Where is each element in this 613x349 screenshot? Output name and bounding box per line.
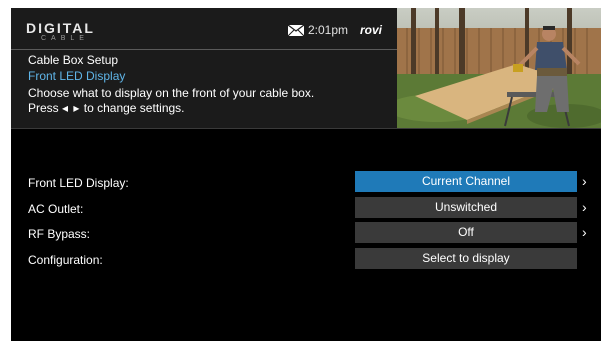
page-hint: Press ◂ ▸ to change settings. — [28, 101, 185, 115]
page-title: Cable Box Setup — [28, 53, 119, 67]
configuration-button[interactable]: Select to display — [355, 248, 577, 269]
hint-suffix: to change settings. — [83, 101, 185, 115]
tv-screen: DIGITAL CABLE 2:01pm rovi Cable Box Setu… — [11, 8, 601, 341]
clock-time: 2:01pm — [308, 23, 349, 37]
chevron-right-icon[interactable]: › — [582, 197, 587, 218]
page-subtitle: Front LED Display — [28, 69, 126, 83]
header-divider — [11, 49, 397, 50]
setting-label-configuration: Configuration: — [28, 253, 103, 267]
setting-label-rf-bypass: RF Bypass: — [28, 227, 91, 241]
logo: DIGITAL — [26, 20, 95, 36]
section-divider — [11, 128, 601, 129]
chevron-right-icon[interactable]: › — [582, 171, 587, 192]
video-preview-image — [397, 8, 601, 128]
rf-bypass-select[interactable]: Off — [355, 222, 577, 243]
page-description: Choose what to display on the front of y… — [28, 86, 315, 100]
logo-sub: CABLE — [41, 35, 89, 42]
ac-outlet-select[interactable]: Unswitched — [355, 197, 577, 218]
left-right-arrows-icon: ◂ ▸ — [62, 101, 81, 115]
chevron-right-icon[interactable]: › — [582, 222, 587, 243]
setting-label-ac-outlet: AC Outlet: — [28, 202, 84, 216]
envelope-icon[interactable] — [288, 25, 304, 36]
setting-label-front-led: Front LED Display: — [28, 176, 129, 190]
brand-logo: rovi — [360, 23, 383, 37]
hint-prefix: Press — [28, 101, 59, 115]
video-preview — [397, 8, 601, 128]
header-panel: DIGITAL CABLE 2:01pm rovi Cable Box Setu… — [11, 8, 397, 128]
front-led-display-select[interactable]: Current Channel — [355, 171, 577, 192]
